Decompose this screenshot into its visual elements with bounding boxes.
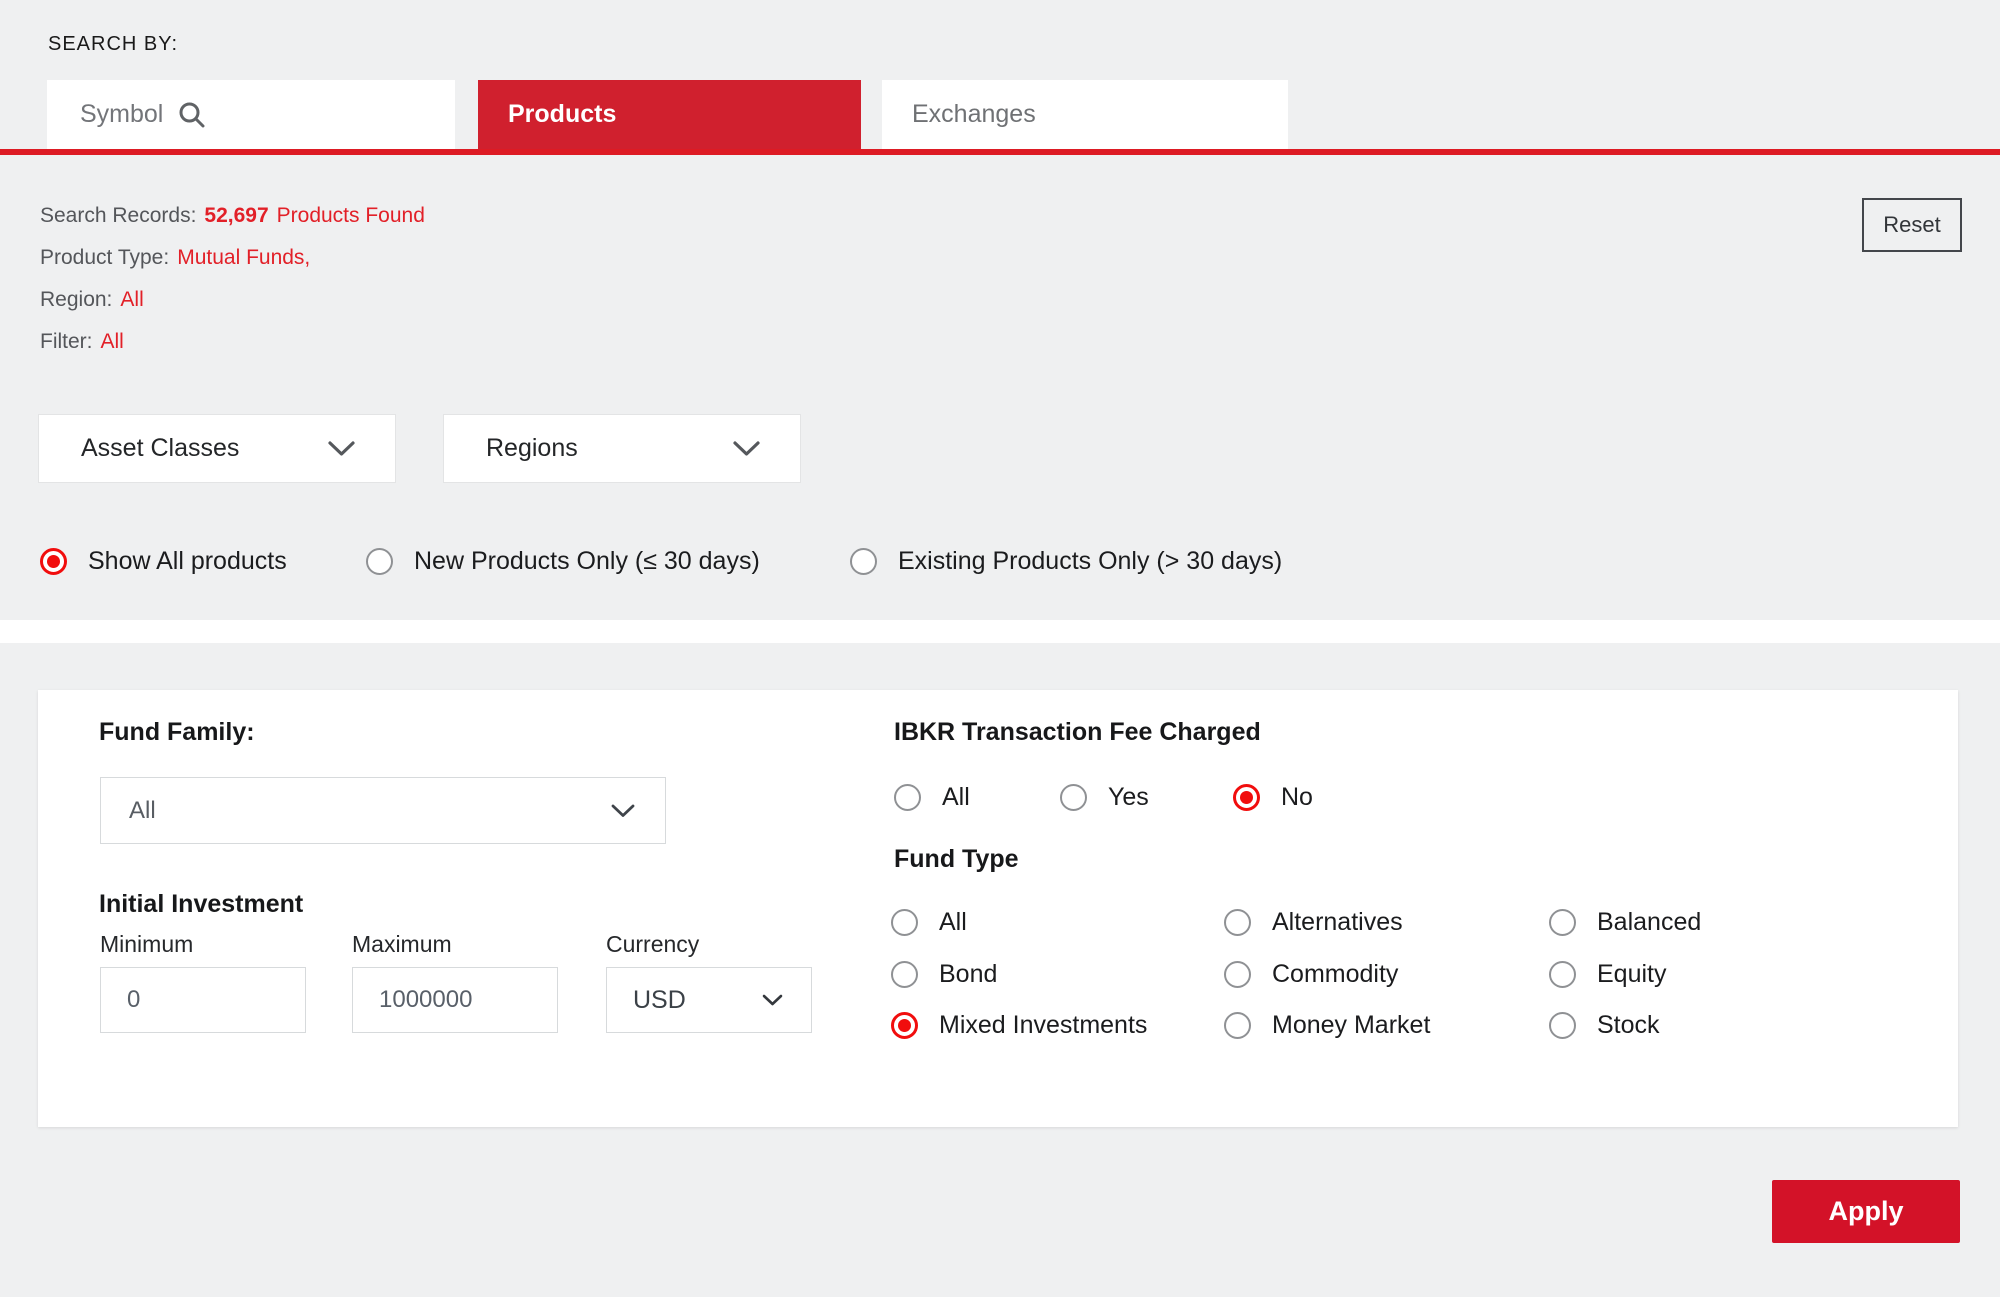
radio-fund-type-mixed-investments[interactable]: Mixed Investments bbox=[891, 1011, 1147, 1040]
radio-circle[interactable] bbox=[1224, 909, 1251, 936]
radio-label: Money Market bbox=[1272, 1011, 1430, 1040]
minimum-label: Minimum bbox=[100, 931, 193, 958]
radio-label: Stock bbox=[1597, 1011, 1660, 1040]
filter-label: Filter: bbox=[40, 330, 93, 354]
summary-filter: Filter: All bbox=[40, 330, 124, 354]
initial-investment-label: Initial Investment bbox=[99, 890, 303, 919]
radio-label: Alternatives bbox=[1272, 908, 1403, 937]
tab-products[interactable]: Products bbox=[478, 80, 861, 149]
radio-fund-type-alternatives[interactable]: Alternatives bbox=[1224, 908, 1403, 937]
radio-circle[interactable] bbox=[1060, 784, 1087, 811]
records-suffix: Products Found bbox=[277, 204, 425, 228]
fund-family-label: Fund Family: bbox=[99, 718, 255, 747]
regions-label: Regions bbox=[486, 434, 578, 463]
radio-circle[interactable] bbox=[891, 961, 918, 988]
filters-panel: Fund Family: All Initial Investment Mini… bbox=[38, 690, 1958, 1127]
records-label: Search Records: bbox=[40, 204, 196, 228]
radio-label: New Products Only (≤ 30 days) bbox=[414, 547, 760, 576]
maximum-input[interactable] bbox=[352, 967, 558, 1033]
radio-label: Mixed Investments bbox=[939, 1011, 1147, 1040]
radio-circle[interactable] bbox=[894, 784, 921, 811]
radio-fund-type-stock[interactable]: Stock bbox=[1549, 1011, 1660, 1040]
radio-fee-yes[interactable]: Yes bbox=[1060, 783, 1149, 812]
fund-type-label: Fund Type bbox=[894, 845, 1019, 874]
maximum-label: Maximum bbox=[352, 931, 452, 958]
radio-label: Existing Products Only (> 30 days) bbox=[898, 547, 1282, 576]
summary-product-type: Product Type: Mutual Funds, bbox=[40, 246, 310, 270]
radio-fund-type-all[interactable]: All bbox=[891, 908, 967, 937]
summary-records: Search Records: 52,697 Products Found bbox=[40, 204, 425, 228]
radio-label: Commodity bbox=[1272, 960, 1398, 989]
radio-circle[interactable] bbox=[1233, 784, 1260, 811]
symbol-search-field[interactable]: Symbol bbox=[47, 80, 455, 149]
radio-fund-type-equity[interactable]: Equity bbox=[1549, 960, 1666, 989]
radio-label: Show All products bbox=[88, 547, 287, 576]
radio-fund-type-bond[interactable]: Bond bbox=[891, 960, 997, 989]
asset-classes-dropdown[interactable]: Asset Classes bbox=[38, 414, 396, 483]
radio-circle[interactable] bbox=[850, 548, 877, 575]
radio-circle[interactable] bbox=[1549, 909, 1576, 936]
radio-label: Yes bbox=[1108, 783, 1149, 812]
product-type-label: Product Type: bbox=[40, 246, 169, 270]
asset-classes-label: Asset Classes bbox=[81, 434, 239, 463]
chevron-down-icon bbox=[328, 441, 355, 457]
currency-label: Currency bbox=[606, 931, 699, 958]
radio-label: Bond bbox=[939, 960, 997, 989]
product-type-value: Mutual Funds, bbox=[177, 246, 310, 270]
radio-label: Balanced bbox=[1597, 908, 1701, 937]
search-by-label: SEARCH BY: bbox=[48, 33, 178, 56]
filter-value: All bbox=[101, 330, 124, 354]
region-label: Region: bbox=[40, 288, 112, 312]
radio-label: Equity bbox=[1597, 960, 1666, 989]
radio-circle[interactable] bbox=[1549, 961, 1576, 988]
radio-circle[interactable] bbox=[1224, 961, 1251, 988]
radio-circle[interactable] bbox=[40, 548, 67, 575]
radio-fund-type-money-market[interactable]: Money Market bbox=[1224, 1011, 1430, 1040]
radio-circle[interactable] bbox=[1224, 1012, 1251, 1039]
records-count: 52,697 bbox=[204, 204, 268, 228]
radio-fund-type-balanced[interactable]: Balanced bbox=[1549, 908, 1701, 937]
summary-region: Region: All bbox=[40, 288, 144, 312]
radio-existing-products-only[interactable]: Existing Products Only (> 30 days) bbox=[850, 547, 1282, 576]
radio-circle[interactable] bbox=[366, 548, 393, 575]
chevron-down-icon bbox=[733, 441, 760, 457]
radio-label: All bbox=[939, 908, 967, 937]
symbol-placeholder: Symbol bbox=[80, 100, 163, 129]
regions-dropdown[interactable]: Regions bbox=[443, 414, 801, 483]
fund-family-value: All bbox=[129, 797, 156, 825]
fund-family-select[interactable]: All bbox=[100, 777, 666, 844]
minimum-input[interactable] bbox=[100, 967, 306, 1033]
chevron-down-icon bbox=[611, 804, 635, 818]
radio-circle[interactable] bbox=[1549, 1012, 1576, 1039]
search-icon bbox=[177, 100, 206, 129]
radio-label: No bbox=[1281, 783, 1313, 812]
radio-new-products-only[interactable]: New Products Only (≤ 30 days) bbox=[366, 547, 760, 576]
tab-exchanges[interactable]: Exchanges bbox=[882, 80, 1288, 149]
radio-circle[interactable] bbox=[891, 1012, 918, 1039]
radio-circle[interactable] bbox=[891, 909, 918, 936]
region-value: All bbox=[120, 288, 143, 312]
apply-button[interactable]: Apply bbox=[1772, 1180, 1960, 1243]
radio-fee-no[interactable]: No bbox=[1233, 783, 1313, 812]
fee-charged-label: IBKR Transaction Fee Charged bbox=[894, 718, 1261, 747]
reset-button[interactable]: Reset bbox=[1862, 198, 1962, 252]
currency-value: USD bbox=[633, 986, 686, 1015]
radio-fee-all[interactable]: All bbox=[894, 783, 970, 812]
radio-show-all-products[interactable]: Show All products bbox=[40, 547, 287, 576]
radio-label: All bbox=[942, 783, 970, 812]
radio-fund-type-commodity[interactable]: Commodity bbox=[1224, 960, 1398, 989]
currency-select[interactable]: USD bbox=[606, 967, 812, 1033]
chevron-down-icon bbox=[762, 994, 783, 1006]
